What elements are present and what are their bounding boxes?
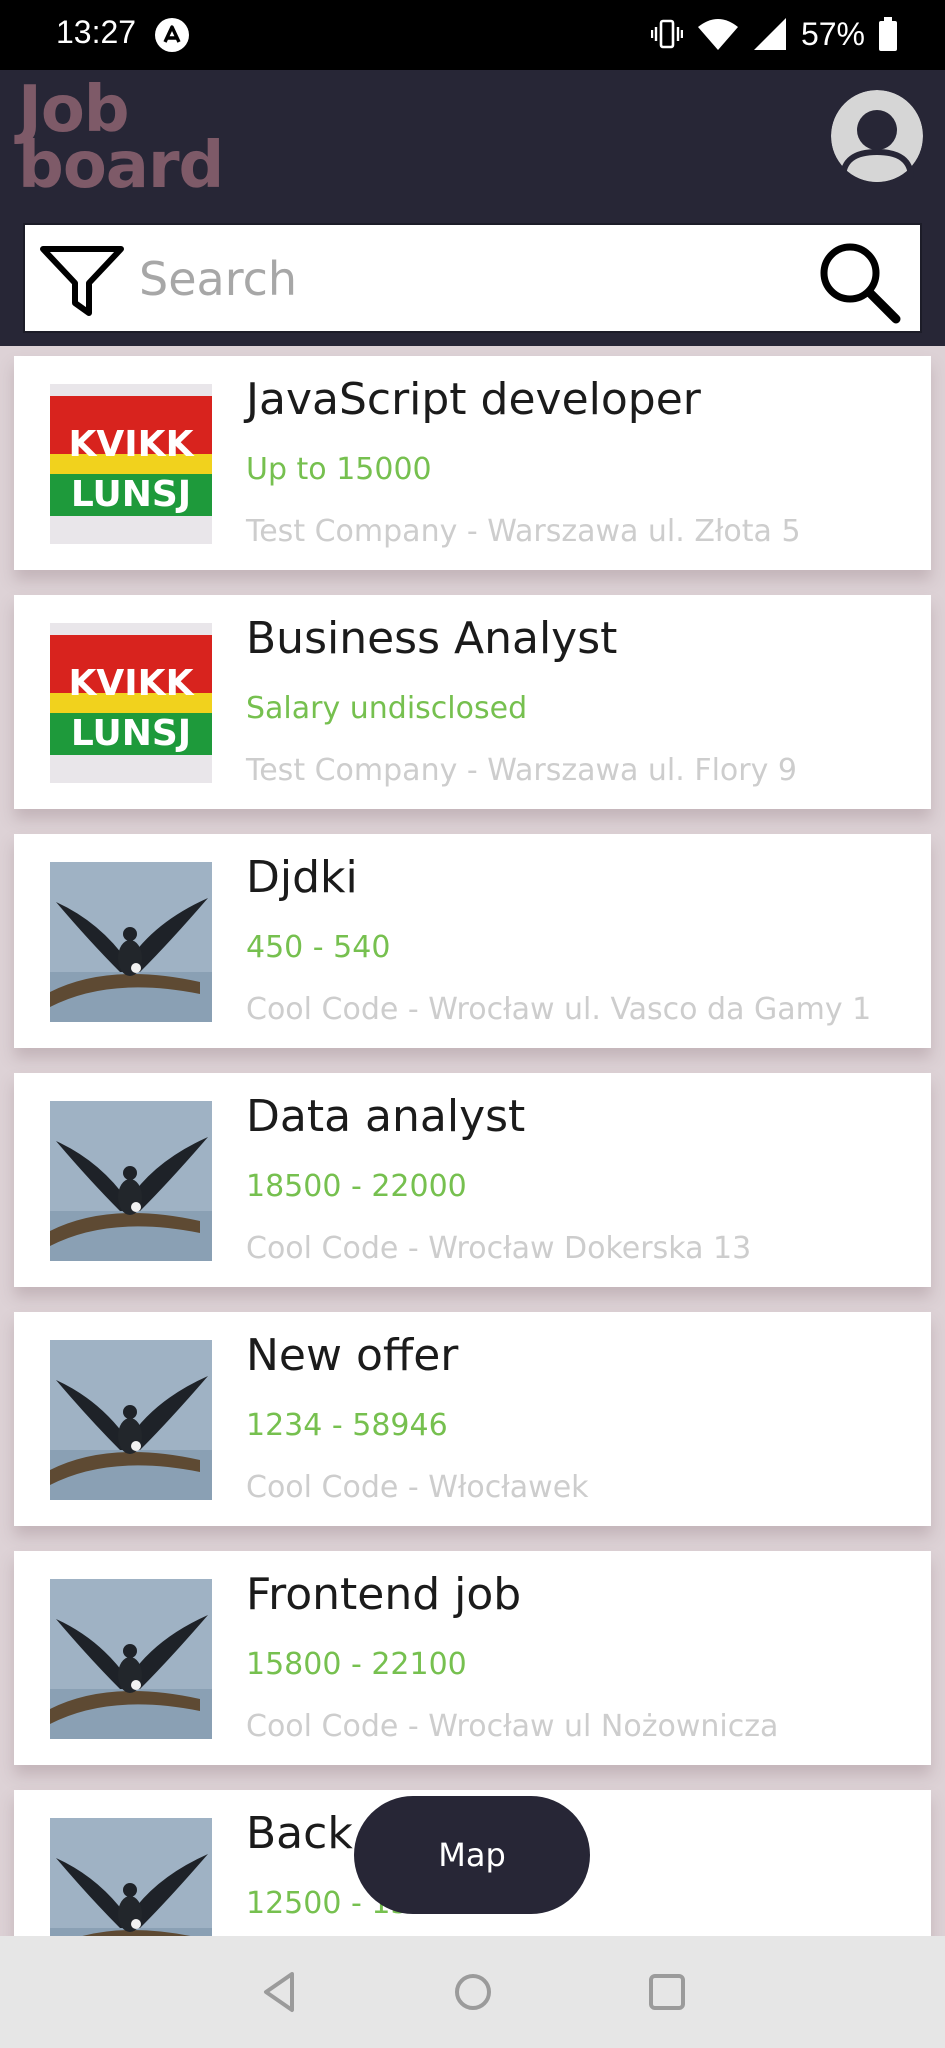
cormorant-logo — [50, 862, 212, 1022]
status-icons: 57% — [650, 14, 897, 54]
job-salary: Salary undisclosed — [246, 691, 528, 726]
home-icon[interactable] — [445, 1964, 501, 2020]
kvikk-lunsj-logo: KVIKK LUNSJ — [50, 384, 212, 544]
cormorant-logo — [50, 1579, 212, 1739]
recents-icon[interactable] — [639, 1964, 695, 2020]
job-company: Cool Code - Wrocław ul Nożownicza — [246, 1709, 779, 1744]
job-title: JavaScript developer — [246, 374, 701, 425]
job-title: Djdki — [246, 852, 358, 903]
user-avatar-icon[interactable] — [829, 88, 925, 184]
job-salary: 18500 - 22000 — [246, 1169, 467, 1204]
battery-icon — [879, 17, 897, 51]
job-company: Test Company - Warszawa ul. Złota 5 — [246, 514, 801, 549]
job-company: Cool Code - Wrocław Dokerska 13 — [246, 1231, 752, 1266]
job-title: Business Analyst — [246, 613, 618, 664]
job-card[interactable]: Djdki 450 - 540 Cool Code - Wrocław ul. … — [14, 834, 931, 1048]
wifi-icon — [697, 19, 738, 50]
job-card[interactable]: New offer 1234 - 58946 Cool Code - Włocł… — [14, 1312, 931, 1526]
signal-icon — [753, 18, 786, 50]
cormorant-logo — [50, 1340, 212, 1500]
cormorant-logo — [50, 1818, 212, 1936]
job-list: KVIKK LUNSJ JavaScript developer Up to 1… — [0, 346, 945, 1936]
job-card[interactable]: KVIKK LUNSJ JavaScript developer Up to 1… — [14, 356, 931, 570]
job-title: New offer — [246, 1330, 459, 1381]
job-card[interactable]: KVIKK LUNSJ Business Analyst Salary undi… — [14, 595, 931, 809]
map-button[interactable]: Map — [354, 1796, 590, 1914]
react-native-icon — [155, 18, 189, 52]
status-time: 13:27 — [56, 14, 137, 50]
cormorant-logo — [50, 1101, 212, 1261]
app-logo: Job board — [18, 78, 224, 203]
job-company: Cool Code - Wrocław ul. Vasco da Gamy 1 — [246, 992, 872, 1027]
svg-text:LUNSJ: LUNSJ — [71, 474, 191, 515]
job-title: Frontend job — [246, 1569, 522, 1620]
job-salary: 15800 - 22100 — [246, 1647, 467, 1682]
svg-text:KVIKK: KVIKK — [69, 424, 195, 465]
svg-text:KVIKK: KVIKK — [69, 663, 195, 704]
battery-percent: 57% — [800, 15, 865, 52]
job-salary: Up to 15000 — [246, 452, 432, 487]
svg-text:LUNSJ: LUNSJ — [71, 713, 191, 754]
vibrate-icon — [650, 19, 683, 49]
job-company: Cool Code - Włocławek — [246, 1470, 589, 1505]
filter-icon[interactable] — [39, 243, 125, 319]
status-bar: 13:27 57% — [0, 0, 945, 70]
job-company: Test Company - Warszawa ul. Flory 9 — [246, 753, 797, 788]
search-icon[interactable] — [816, 239, 902, 325]
logo-line2: board — [18, 129, 224, 203]
back-icon[interactable] — [252, 1964, 308, 2020]
job-card[interactable]: Data analyst 18500 - 22000 Cool Code - W… — [14, 1073, 931, 1287]
job-title: Data analyst — [246, 1091, 526, 1142]
job-card[interactable]: Frontend job 15800 - 22100 Cool Code - W… — [14, 1551, 931, 1765]
search-bar — [23, 223, 922, 333]
app-header: Job board — [0, 70, 945, 346]
kvikk-lunsj-logo: KVIKK LUNSJ — [50, 623, 212, 783]
job-title: Back — [246, 1808, 353, 1859]
job-salary: 450 - 540 — [246, 930, 391, 965]
job-salary: 1234 - 58946 — [246, 1408, 448, 1443]
search-input[interactable] — [139, 247, 799, 311]
system-nav-bar — [0, 1936, 945, 2048]
